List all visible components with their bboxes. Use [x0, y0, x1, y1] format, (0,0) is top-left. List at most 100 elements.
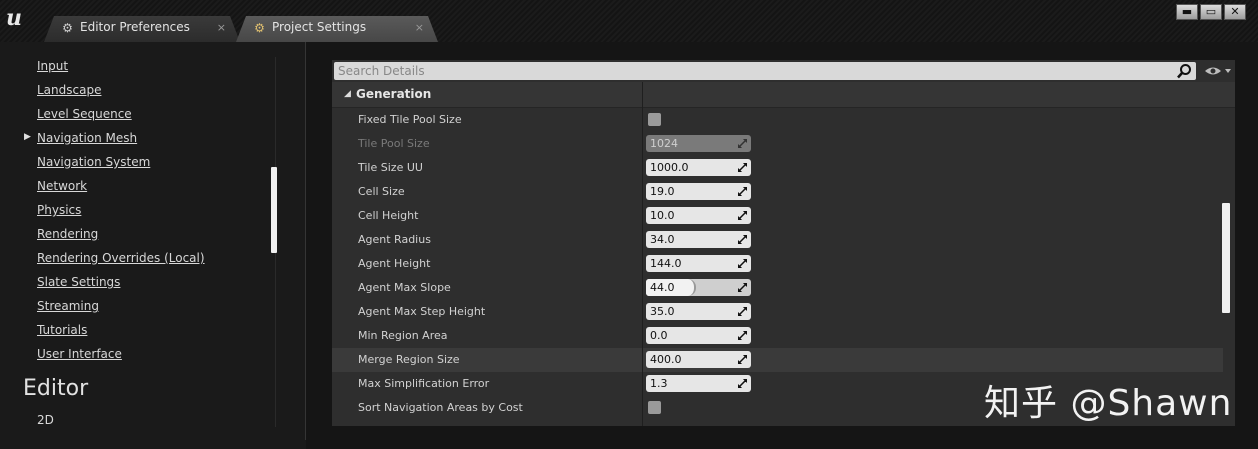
property-label: Tile Size UU — [358, 161, 423, 174]
field-value: 34.0 — [650, 233, 675, 246]
spin-arrows-icon[interactable] — [738, 259, 747, 268]
window-controls: ▬ ▭ ✕ — [1176, 4, 1246, 20]
close-tab-icon[interactable]: × — [415, 21, 424, 34]
tab-project-settings[interactable]: ⚙ Project Settings × — [236, 16, 438, 42]
max-simplification-error-field[interactable]: 1.3 — [646, 375, 751, 392]
field-value: 1000.0 — [650, 161, 689, 174]
minimize-button[interactable]: ▬ — [1176, 4, 1198, 20]
agent-height-field[interactable]: 144.0 — [646, 255, 751, 272]
unreal-logo-icon: u — [6, 5, 22, 31]
property-label: Agent Max Slope — [358, 281, 451, 294]
agent-radius-field[interactable]: 34.0 — [646, 231, 751, 248]
maximize-button[interactable]: ▭ — [1200, 4, 1222, 20]
sidebar-item-streaming[interactable]: Streaming — [37, 299, 99, 313]
sort-navigation-areas-checkbox[interactable] — [648, 401, 661, 414]
property-label: Agent Max Step Height — [358, 305, 486, 318]
spin-arrows-icon[interactable] — [738, 211, 747, 220]
property-row-min-region-area: Min Region Area 0.0 — [332, 324, 1223, 348]
cell-height-field[interactable]: 10.0 — [646, 207, 751, 224]
property-row-agent-max-slope: Agent Max Slope 44.0 — [332, 276, 1223, 300]
sidebar-item-input[interactable]: Input — [37, 59, 68, 73]
cell-size-field[interactable]: 19.0 — [646, 183, 751, 200]
property-label: Cell Height — [358, 209, 419, 222]
min-region-area-field[interactable]: 0.0 — [646, 327, 751, 344]
field-value: 144.0 — [650, 257, 682, 270]
spin-arrows-icon[interactable] — [738, 235, 747, 244]
sidebar-item-level-sequence[interactable]: Level Sequence — [37, 107, 132, 121]
property-row-tile-pool-size: Tile Pool Size 1024 — [332, 132, 1223, 156]
search-details-input[interactable] — [338, 63, 1158, 79]
sidebar-item-2d[interactable]: 2D — [37, 413, 54, 427]
property-row-agent-max-step-height: Agent Max Step Height 35.0 — [332, 300, 1223, 324]
close-tab-icon[interactable]: × — [217, 21, 226, 34]
property-label: Min Region Area — [358, 329, 448, 342]
field-value: 1024 — [650, 137, 678, 150]
agent-max-step-height-field[interactable]: 35.0 — [646, 303, 751, 320]
field-value: 35.0 — [650, 305, 675, 318]
details-scrollbar[interactable] — [1222, 203, 1230, 313]
property-label: Cell Size — [358, 185, 405, 198]
property-label: Merge Region Size — [358, 353, 460, 366]
category-header-generation[interactable]: ◢ Generation — [332, 82, 1235, 108]
spin-arrows-icon[interactable] — [738, 331, 747, 340]
property-label: Max Simplification Error — [358, 377, 490, 390]
field-value: 19.0 — [650, 185, 675, 198]
field-value: 400.0 — [650, 353, 682, 366]
tab-editor-preferences[interactable]: ⚙ Editor Preferences × — [44, 16, 240, 42]
sidebar-item-network[interactable]: Network — [37, 179, 87, 193]
tile-size-uu-field[interactable]: 1000.0 — [646, 159, 751, 176]
sidebar-item-tutorials[interactable]: Tutorials — [37, 323, 87, 337]
agent-max-slope-slider[interactable]: 44.0 — [646, 279, 751, 296]
sidebar-item-physics[interactable]: Physics — [37, 203, 81, 217]
sidebar-section-editor: Editor — [23, 376, 89, 401]
sidebar-item-user-interface[interactable]: User Interface — [37, 347, 122, 361]
field-value: 10.0 — [650, 209, 675, 222]
sidebar-item-navigation-system[interactable]: Navigation System — [37, 155, 150, 169]
tab-label: Project Settings — [272, 20, 367, 34]
tile-pool-size-field: 1024 — [646, 135, 751, 152]
property-label: Agent Radius — [358, 233, 431, 246]
sidebar-item-landscape[interactable]: Landscape — [37, 83, 101, 97]
column-divider — [642, 82, 643, 426]
spin-arrows-icon — [738, 139, 747, 148]
merge-region-size-field[interactable]: 400.0 — [646, 351, 751, 368]
title-bar: u ⚙ Editor Preferences × ⚙ Project Setti… — [0, 0, 1258, 42]
field-value: 44.0 — [650, 281, 675, 294]
close-window-button[interactable]: ✕ — [1224, 4, 1246, 20]
spin-arrows-icon[interactable] — [738, 163, 747, 172]
property-label: Sort Navigation Areas by Cost — [358, 401, 523, 414]
watermark: 知乎 @Shawn — [984, 383, 1233, 424]
tab-label: Editor Preferences — [80, 20, 190, 34]
sidebar-list: Input Landscape Level Sequence ▶ Navigat… — [22, 57, 276, 427]
sidebar-item-rendering[interactable]: Rendering — [37, 227, 98, 241]
sidebar-divider — [305, 42, 306, 440]
spin-arrows-icon[interactable] — [738, 283, 747, 292]
property-row-merge-region-size: Merge Region Size 400.0 — [332, 348, 1223, 372]
property-row-agent-radius: Agent Radius 34.0 — [332, 228, 1223, 252]
sidebar-item-navigation-mesh[interactable]: Navigation Mesh — [37, 131, 137, 145]
property-row-cell-height: Cell Height 10.0 — [332, 204, 1223, 228]
spin-arrows-icon[interactable] — [738, 187, 747, 196]
view-options-eye-icon[interactable] — [1204, 64, 1232, 78]
editor-preferences-icon: ⚙ — [62, 21, 73, 35]
sidebar-item-slate-settings[interactable]: Slate Settings — [37, 275, 120, 289]
collapse-arrow-icon[interactable]: ◢ — [344, 89, 351, 99]
field-value: 0.0 — [650, 329, 668, 342]
spin-arrows-icon[interactable] — [738, 355, 747, 364]
search-bar — [334, 62, 1196, 80]
expand-arrow-icon[interactable]: ▶ — [24, 132, 31, 142]
property-row-cell-size: Cell Size 19.0 — [332, 180, 1223, 204]
property-row-fixed-tile-pool-size: Fixed Tile Pool Size — [332, 108, 1223, 132]
search-icon[interactable] — [1176, 63, 1192, 79]
spin-arrows-icon[interactable] — [738, 379, 747, 388]
sidebar-item-rendering-overrides[interactable]: Rendering Overrides (Local) — [37, 251, 205, 265]
property-row-agent-height: Agent Height 144.0 — [332, 252, 1223, 276]
project-settings-icon: ⚙ — [254, 21, 265, 35]
fixed-tile-pool-size-checkbox[interactable] — [648, 113, 661, 126]
category-title: Generation — [356, 87, 432, 101]
spin-arrows-icon[interactable] — [738, 307, 747, 316]
field-value: 1.3 — [650, 377, 668, 390]
sidebar-scrollbar[interactable] — [271, 167, 277, 253]
property-label: Agent Height — [358, 257, 431, 270]
settings-sidebar: Input Landscape Level Sequence ▶ Navigat… — [0, 42, 306, 449]
